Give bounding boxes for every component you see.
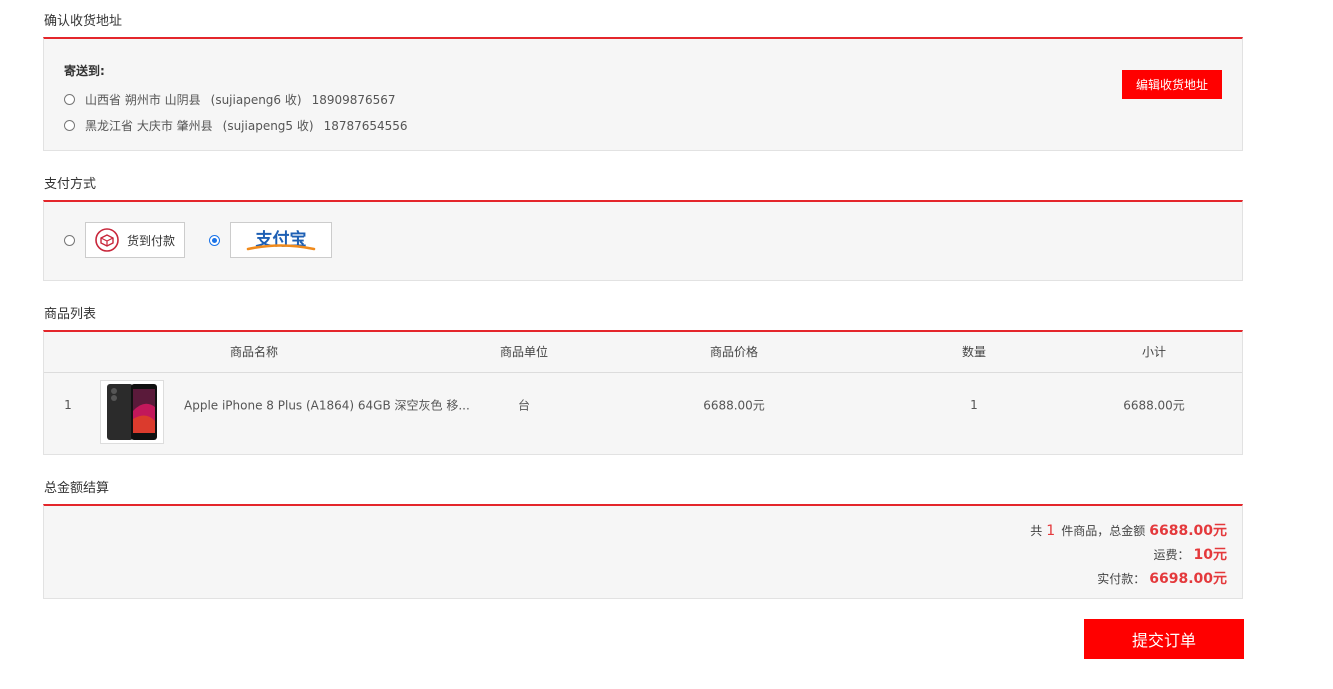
alipay-logo: 支付宝 — [246, 229, 316, 251]
cod-label: 货到付款 — [126, 233, 175, 248]
address-phone-2: 18787654556 — [323, 118, 408, 133]
row-quantity: 1 — [970, 398, 978, 412]
payment-option-cod[interactable]: 货到付款 — [64, 222, 185, 258]
payment-radio-cod[interactable] — [64, 234, 75, 246]
pay-row: 实付款： 6698.00元 — [1097, 568, 1227, 588]
address-receiver-2: (sujiapeng5 收) — [222, 119, 314, 133]
goods-table: 商品名称 商品单位 商品价格 数量 小计 1 Apple iPhone 8 Pl… — [43, 330, 1243, 455]
item-count: 1 — [1046, 523, 1056, 539]
freight-label: 运费： — [1153, 548, 1190, 562]
address-section-title: 确认收货地址 — [44, 14, 123, 29]
address-region-1: 山西省 朔州市 山阴县 — [85, 93, 201, 107]
total-section-title: 总金额结算 — [44, 481, 110, 496]
address-radio-1[interactable] — [64, 94, 75, 105]
iphone-image — [107, 384, 157, 440]
address-receiver-1: (sujiapeng6 收) — [210, 93, 302, 107]
address-panel: 寄送到: 山西省 朔州市 山阴县 (sujiapeng6 收) 18909876… — [43, 37, 1243, 151]
count-suffix: 件商品，总金额 — [1061, 524, 1146, 538]
address-radio-2[interactable] — [64, 120, 75, 131]
payment-panel: 货到付款 支付宝 — [43, 200, 1243, 281]
total-summary: 共 1 件商品，总金额 6688.00元 — [1030, 520, 1227, 540]
total-amount: 6688.00元 — [1149, 523, 1227, 539]
edit-address-button[interactable]: 编辑收货地址 — [1122, 70, 1222, 99]
address-phone-1: 18909876567 — [311, 92, 396, 107]
goods-section-title: 商品列表 — [44, 307, 97, 322]
col-quantity: 数量 — [961, 345, 987, 359]
row-price: 6688.00元 — [703, 398, 765, 413]
pay-amount: 6698.00元 — [1149, 571, 1227, 587]
payment-option-alipay[interactable]: 支付宝 — [209, 222, 332, 258]
payment-radio-alipay[interactable] — [209, 234, 220, 246]
row-unit: 台 — [517, 398, 531, 413]
total-panel: 共 1 件商品，总金额 6688.00元 运费： 10元 实付款： 6698.0… — [43, 504, 1243, 599]
product-image[interactable] — [100, 380, 164, 444]
address-option-2[interactable]: 黑龙江省 大庆市 肇州县 (sujiapeng5 收) 18787654556 — [64, 117, 408, 134]
submit-order-button[interactable]: 提交订单 — [1084, 619, 1244, 659]
cod-card[interactable]: 货到付款 — [85, 222, 185, 258]
address-region-2: 黑龙江省 大庆市 肇州县 — [85, 119, 213, 133]
col-subtotal: 小计 — [1141, 345, 1167, 359]
pay-label: 实付款： — [1097, 572, 1146, 586]
cash-on-delivery-icon — [95, 228, 119, 252]
col-price: 商品价格 — [709, 345, 759, 359]
count-prefix: 共 — [1030, 524, 1043, 538]
payment-section-title: 支付方式 — [44, 177, 97, 192]
product-name[interactable]: Apple iPhone 8 Plus (A1864) 64GB 深空灰色 移.… — [184, 397, 470, 414]
freight-row: 运费： 10元 — [1154, 544, 1228, 564]
table-header: 商品名称 商品单位 商品价格 数量 小计 — [44, 332, 1242, 373]
row-subtotal: 6688.00元 — [1123, 398, 1185, 413]
alipay-card[interactable]: 支付宝 — [230, 222, 332, 258]
row-index: 1 — [64, 398, 72, 412]
col-name: 商品名称 — [229, 345, 279, 359]
freight-amount: 10元 — [1193, 547, 1227, 563]
ship-to-label: 寄送到: — [64, 64, 105, 78]
address-option-1[interactable]: 山西省 朔州市 山阴县 (sujiapeng6 收) 18909876567 — [64, 91, 396, 108]
col-unit: 商品单位 — [499, 345, 549, 359]
